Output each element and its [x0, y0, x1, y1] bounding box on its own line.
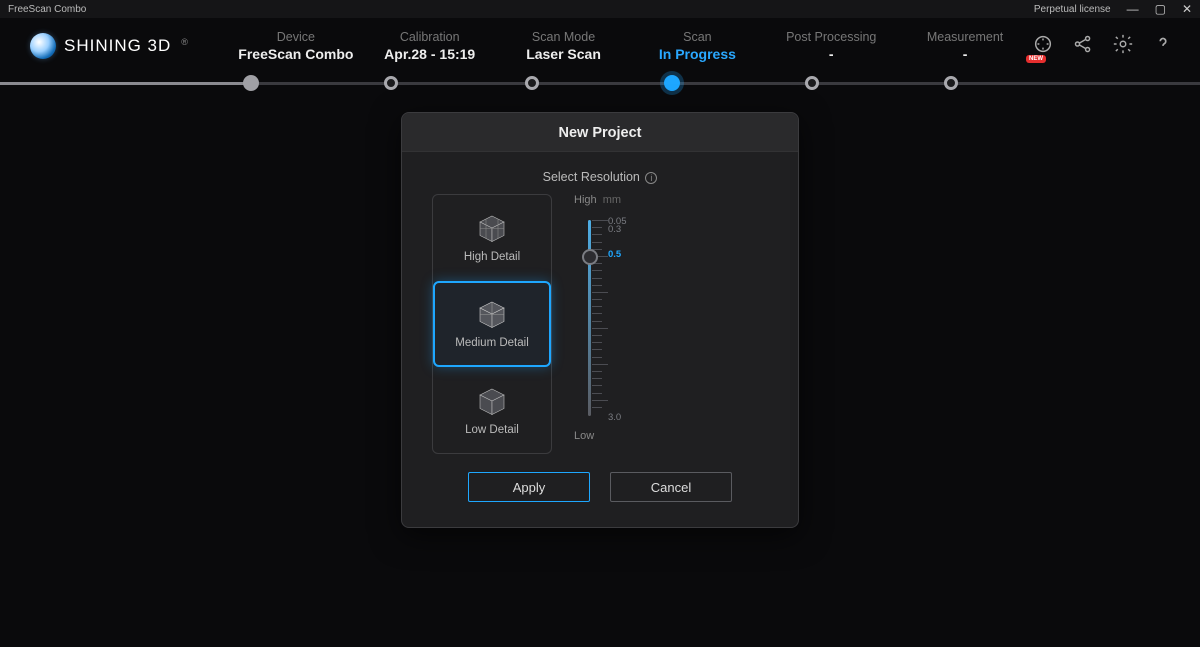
notifications-icon[interactable]: NEW — [1032, 33, 1054, 60]
slider-mark: 0.3 — [608, 224, 621, 235]
titlebar: FreeScan Combo Perpetual license — ▢ ✕ — [0, 0, 1200, 18]
cube-icon — [477, 299, 507, 329]
logo-icon — [30, 33, 56, 59]
step-dot-scan[interactable] — [664, 75, 680, 91]
cube-icon — [477, 213, 507, 243]
step-tracker: Device FreeScan Combo Calibration Apr.28… — [229, 30, 1032, 62]
slider-mark: 3.0 — [608, 412, 621, 423]
new-badge: NEW — [1026, 55, 1046, 63]
cancel-button[interactable]: Cancel — [610, 472, 732, 502]
step-dot-device[interactable] — [243, 75, 259, 91]
progress-fill — [0, 82, 250, 85]
resolution-slider[interactable]: High mm 0.05 0.3 0.5 3.0 Low — [570, 194, 768, 454]
step-scan-mode[interactable]: Scan Mode Laser Scan — [497, 30, 631, 62]
slider-low-label: Low — [574, 430, 594, 442]
step-dot-measurement[interactable] — [944, 76, 958, 90]
cube-icon — [477, 386, 507, 416]
header-actions: NEW — [1032, 33, 1174, 60]
license-text: Perpetual license — [1034, 4, 1111, 15]
step-scan[interactable]: Scan In Progress — [630, 30, 764, 62]
logo-text: SHINING 3D — [64, 36, 171, 56]
resolution-section-title: Select Resolution i — [402, 170, 798, 184]
slider-high-label: High — [574, 194, 597, 206]
step-calibration[interactable]: Calibration Apr.28 - 15:19 — [363, 30, 497, 62]
minimize-button[interactable]: — — [1127, 2, 1139, 16]
share-icon[interactable] — [1072, 33, 1094, 60]
app-name: FreeScan Combo — [8, 4, 86, 15]
settings-icon[interactable] — [1112, 33, 1134, 60]
resolution-option-high[interactable]: High Detail — [433, 195, 551, 281]
step-device[interactable]: Device FreeScan Combo — [229, 30, 363, 62]
slider-thumb[interactable] — [582, 249, 598, 265]
registered-mark: ® — [181, 37, 189, 47]
dialog-title: New Project — [402, 113, 798, 152]
help-icon[interactable] — [1152, 33, 1174, 60]
slider-mark-selected: 0.5 — [608, 249, 621, 260]
step-dot-scan-mode[interactable] — [525, 76, 539, 90]
new-project-dialog: New Project Select Resolution i High Det… — [401, 112, 799, 528]
apply-button[interactable]: Apply — [468, 472, 590, 502]
info-icon[interactable]: i — [645, 172, 657, 184]
resolution-option-medium[interactable]: Medium Detail — [433, 281, 551, 367]
resolution-options: High Detail Medium Detail Low Detail — [432, 194, 552, 454]
slider-ticks — [592, 220, 608, 414]
step-dot-post-processing[interactable] — [805, 76, 819, 90]
logo: SHINING 3D ® — [30, 33, 189, 59]
step-dot-calibration[interactable] — [384, 76, 398, 90]
close-button[interactable]: ✕ — [1182, 2, 1192, 16]
step-measurement[interactable]: Measurement - — [898, 30, 1032, 62]
slider-unit: mm — [603, 194, 621, 206]
resolution-option-low[interactable]: Low Detail — [433, 367, 551, 453]
step-post-processing[interactable]: Post Processing - — [764, 30, 898, 62]
header: SHINING 3D ® Device FreeScan Combo Calib… — [0, 18, 1200, 74]
maximize-button[interactable]: ▢ — [1155, 2, 1166, 16]
